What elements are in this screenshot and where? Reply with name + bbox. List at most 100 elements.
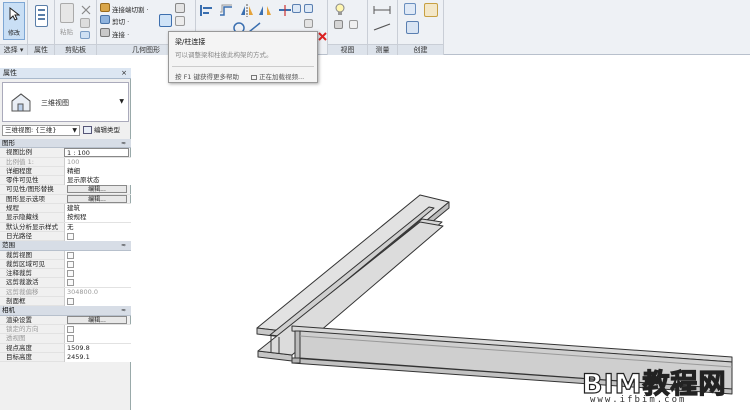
property-value-input[interactable]: 1 : 100 <box>64 148 129 158</box>
close-icon[interactable]: × <box>121 68 127 79</box>
copy-element-icon[interactable] <box>304 4 313 13</box>
edit-button[interactable]: 编辑... <box>67 194 127 203</box>
property-row: 规程 建筑 <box>0 204 131 214</box>
property-value <box>64 278 131 288</box>
edit-button[interactable]: 编辑... <box>67 185 127 194</box>
watermark: BIM教程网 www.ifbim.com <box>581 362 747 408</box>
property-row: 图形显示选项 编辑... <box>0 194 131 205</box>
measure-group-label: 测量 <box>368 44 397 55</box>
instance-filter-value: 三维视图: {三维} <box>5 126 57 134</box>
property-value[interactable]: 1509.8 <box>64 343 131 353</box>
property-key: 规程 <box>6 204 19 213</box>
checkbox[interactable] <box>67 260 74 268</box>
edit-button[interactable]: 编辑... <box>67 315 127 324</box>
checkbox[interactable] <box>67 279 74 287</box>
checkbox[interactable] <box>67 232 74 240</box>
cut-icon[interactable] <box>80 4 92 16</box>
paste-icon[interactable] <box>60 3 74 23</box>
cut-geometry-label[interactable]: 剪切 · <box>112 16 129 26</box>
checkbox[interactable] <box>67 270 74 278</box>
copy-icon[interactable] <box>80 18 90 28</box>
measure-icon[interactable] <box>373 5 391 17</box>
property-value[interactable]: 2459.1 <box>64 352 131 362</box>
mirror-draw-icon[interactable] <box>258 4 271 16</box>
split-face-icon[interactable] <box>175 16 185 26</box>
section-header[interactable]: 图形 ≈ <box>0 139 131 149</box>
property-row: 详细程度 精细 <box>0 166 131 177</box>
property-value[interactable]: 精细 <box>64 166 131 176</box>
property-row: 锁定的方向 <box>0 324 131 335</box>
split-icon[interactable] <box>278 4 291 16</box>
wall-join-icon[interactable] <box>175 3 185 13</box>
section-header[interactable]: 范围 ≈ <box>0 241 131 251</box>
mirror-axis-icon[interactable] <box>240 4 253 17</box>
move-icon[interactable] <box>292 4 301 13</box>
property-key: 渲染设置 <box>6 315 32 324</box>
tooltip-title: 梁/柱连接 <box>175 38 206 46</box>
property-key: 默认分析显示样式 <box>6 222 58 231</box>
hide-element-icon[interactable] <box>334 20 343 29</box>
property-row: 默认分析显示样式无 <box>0 222 131 232</box>
create-group-icon[interactable] <box>404 3 416 15</box>
checkbox[interactable] <box>67 298 74 306</box>
section-name: 相机 <box>2 306 15 315</box>
modify-button[interactable]: 修改 <box>3 2 25 40</box>
align-icon[interactable] <box>200 4 212 16</box>
property-key: 零件可见性 <box>6 176 39 185</box>
ribbon-group-measure: 测量 <box>368 0 398 55</box>
property-value <box>64 334 131 344</box>
drawing-canvas[interactable]: BIM教程网 www.ifbim.com <box>132 56 750 410</box>
beam-column-join-icon[interactable] <box>159 14 172 27</box>
collapse-icon[interactable]: ≈ <box>121 139 126 148</box>
create-parts-icon[interactable] <box>406 21 419 34</box>
pin-icon[interactable] <box>304 19 313 28</box>
property-value[interactable]: 按规程 <box>64 213 131 223</box>
override-graphics-icon[interactable] <box>349 20 358 29</box>
property-key: 裁剪视图 <box>6 250 32 259</box>
properties-title-bar[interactable]: 属性 × <box>0 68 131 79</box>
property-value[interactable]: 100 <box>64 157 131 167</box>
view-group-label: 视图 <box>328 44 367 55</box>
property-value[interactable]: 无 <box>64 222 131 232</box>
property-value[interactable]: 显示原状态 <box>64 176 131 186</box>
type-selector[interactable]: 三维视图 ▼ <box>2 82 129 122</box>
section-header[interactable]: 相机 ≈ <box>0 306 131 316</box>
properties-table: 图形 ≈ 视图比例 1 : 100 比例值 1: 100 详细程度 精细 零件可见性 显示原状态可… <box>0 139 131 363</box>
select-dropdown[interactable]: 选择 ▾ <box>0 44 27 55</box>
collapse-icon[interactable]: ≈ <box>121 306 126 315</box>
chevron-down-icon[interactable]: ▼ <box>119 98 124 105</box>
cope-label[interactable]: 连接端切割 · <box>112 4 149 14</box>
ribbon-group-clipboard: 粘贴 剪贴板 <box>55 0 97 55</box>
checkbox[interactable] <box>67 251 74 259</box>
dimension-icon[interactable] <box>373 22 391 34</box>
property-value[interactable]: 304800.0 <box>64 287 131 297</box>
lightbulb-icon[interactable] <box>334 3 346 15</box>
join-icon[interactable] <box>100 28 110 37</box>
property-row: 渲染设置 编辑... <box>0 315 131 325</box>
section-name: 范围 <box>2 241 15 250</box>
match-props-icon[interactable] <box>80 31 90 39</box>
property-row: 比例值 1: 100 <box>0 157 131 167</box>
cut-geometry-icon[interactable] <box>100 15 110 24</box>
ribbon: 修改 选择 ▾ 属性 粘贴 剪贴板 连接端切割 · 剪切 · 连接 · 几何图形 <box>0 0 750 55</box>
watermark-url: www.ifbim.com <box>590 395 687 405</box>
section-name: 图形 <box>2 139 15 147</box>
instance-filter-dropdown[interactable]: 三维视图: {三维} ▼ <box>2 125 80 136</box>
create-assembly-icon[interactable] <box>424 3 438 17</box>
join-label[interactable]: 连接 · <box>112 29 129 39</box>
edit-type-button[interactable]: 编辑类型 <box>83 125 120 136</box>
collapse-icon[interactable]: ≈ <box>121 241 126 250</box>
cope-icon[interactable] <box>100 3 110 12</box>
property-key: 透视图 <box>6 334 26 343</box>
property-key: 裁剪区域可见 <box>6 259 45 268</box>
tooltip-divider <box>172 66 314 67</box>
property-key: 详细程度 <box>6 166 32 175</box>
property-value[interactable]: 建筑 <box>64 204 131 214</box>
offset-icon[interactable] <box>219 4 232 16</box>
properties-icon[interactable] <box>35 5 48 27</box>
video-icon <box>251 74 257 80</box>
create-group-label: 创建 <box>398 44 443 55</box>
edit-type-icon <box>83 126 92 134</box>
steel-beams-3d <box>256 194 733 395</box>
tooltip: 梁/柱连接 可以调整梁和柱彼此构架的方式。 按 F1 键获得更多帮助 正在加载视… <box>168 31 318 83</box>
